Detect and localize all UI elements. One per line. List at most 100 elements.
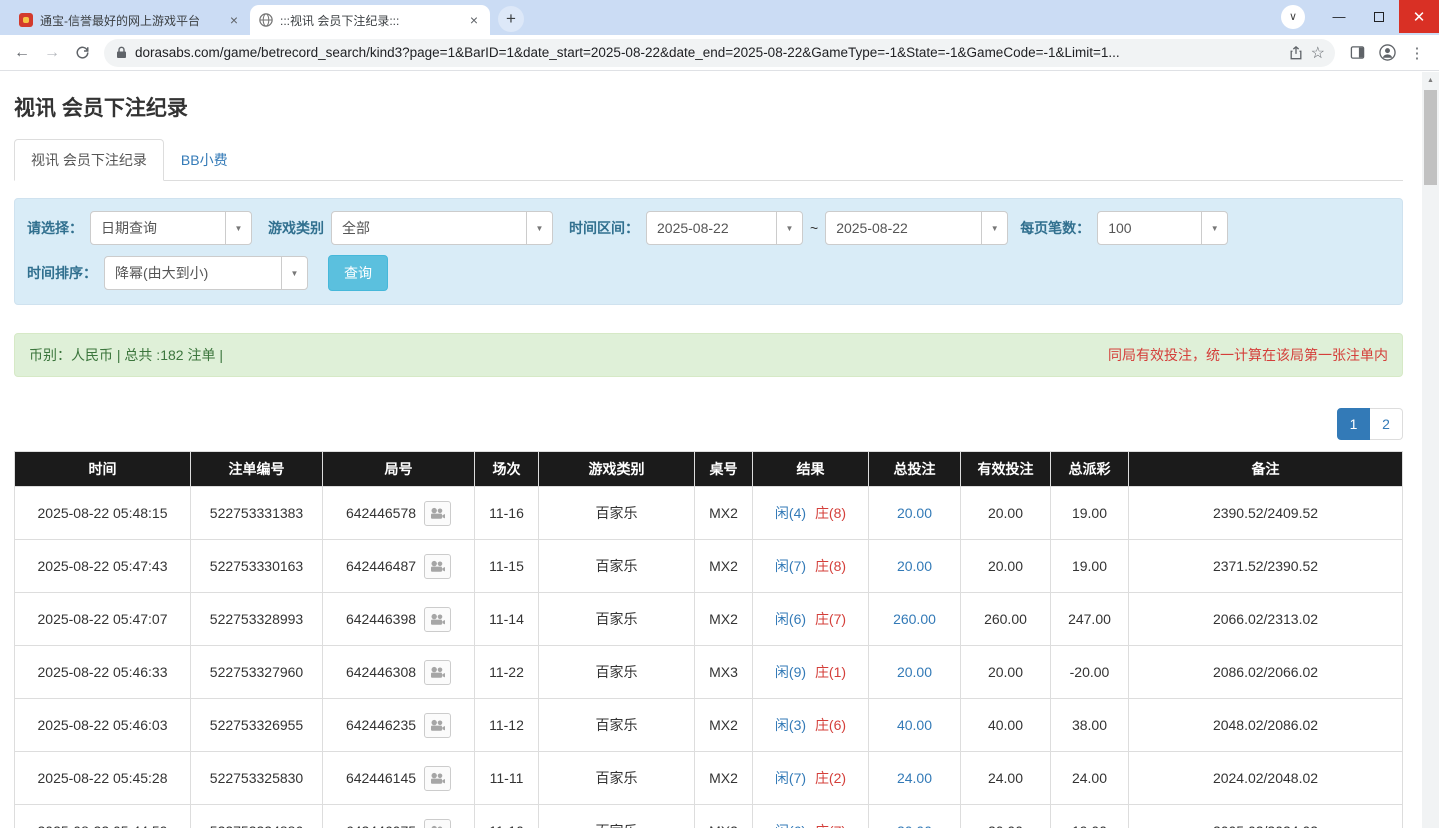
bookmark-star-icon[interactable]: ☆ xyxy=(1311,43,1325,63)
table-header-cell: 时间 xyxy=(15,452,191,487)
cell-time: 2025-08-22 05:46:33 xyxy=(15,646,191,699)
url-text[interactable]: dorasabs.com/game/betrecord_search/kind3… xyxy=(135,45,1281,60)
date-start-value: 2025-08-22 xyxy=(647,212,776,244)
sort-label: 时间排序： xyxy=(27,263,97,283)
total-bet-link[interactable]: 260.00 xyxy=(893,611,936,627)
video-icon xyxy=(430,560,445,573)
tab-bb-tips[interactable]: BB小费 xyxy=(164,139,245,181)
page-button-1[interactable]: 1 xyxy=(1337,408,1370,440)
replay-button[interactable] xyxy=(424,607,451,632)
query-button[interactable]: 查询 xyxy=(328,255,388,291)
cell-session: 11-15 xyxy=(475,540,539,593)
browser-tab-title: 通宝-信誉最好的网上游戏平台 xyxy=(40,12,220,29)
minimize-button[interactable]: — xyxy=(1319,0,1359,33)
maximize-button[interactable] xyxy=(1359,0,1399,33)
tab-bet-records[interactable]: 视讯 会员下注纪录 xyxy=(14,139,164,181)
close-button[interactable]: ✕ xyxy=(1399,0,1439,33)
share-icon[interactable] xyxy=(1289,46,1303,60)
cell-payout: 247.00 xyxy=(1051,593,1129,646)
cell-table: MX2 xyxy=(695,487,753,540)
cell-game: 百家乐 xyxy=(539,752,695,805)
page-scrollbar[interactable]: ▲ xyxy=(1422,72,1439,828)
result-player: 闲(3) xyxy=(775,717,806,733)
cell-total-bet: 260.00 xyxy=(869,593,961,646)
replay-button[interactable] xyxy=(424,713,451,738)
back-icon[interactable]: ← xyxy=(8,39,36,67)
scrollbar-thumb[interactable] xyxy=(1424,90,1437,185)
new-tab-button[interactable]: + xyxy=(498,6,524,32)
result-player: 闲(4) xyxy=(775,505,806,521)
table-header-cell: 结果 xyxy=(753,452,869,487)
replay-button[interactable] xyxy=(424,819,451,828)
cell-time: 2025-08-22 05:47:43 xyxy=(15,540,191,593)
browser-tab-2-active[interactable]: :::视讯 会员下注纪录::: × xyxy=(250,5,490,35)
cell-bet-id: 522753324886 xyxy=(191,805,323,828)
replay-button[interactable] xyxy=(424,660,451,685)
page-content: 视讯 会员下注纪录 视讯 会员下注纪录 BB小费 请选择： 日期查询 ▼ 游戏类… xyxy=(0,92,1422,828)
cell-total-bet: 20.00 xyxy=(869,646,961,699)
page-size-select[interactable]: 100 ▼ xyxy=(1097,211,1228,245)
forward-icon[interactable]: → xyxy=(38,39,66,67)
table-row: 2025-08-22 05:46:33 522753327960 6424463… xyxy=(15,646,1403,699)
browser-toolbar: ← → dorasabs.com/game/betrecord_search/k… xyxy=(0,35,1439,71)
game-type-select[interactable]: 全部 ▼ xyxy=(331,211,553,245)
total-bet-link[interactable]: 20.00 xyxy=(897,823,932,828)
cell-table: MX2 xyxy=(695,593,753,646)
cell-game: 百家乐 xyxy=(539,646,695,699)
table-header-cell: 总投注 xyxy=(869,452,961,487)
cell-remark: 2371.52/2390.52 xyxy=(1129,540,1403,593)
total-bet-link[interactable]: 20.00 xyxy=(897,664,932,680)
total-bet-link[interactable]: 24.00 xyxy=(897,770,932,786)
round-number: 642446398 xyxy=(346,611,416,627)
cell-time: 2025-08-22 05:46:03 xyxy=(15,699,191,752)
replay-button[interactable] xyxy=(424,554,451,579)
table-row: 2025-08-22 05:45:28 522753325830 6424461… xyxy=(15,752,1403,805)
cell-bet-id: 522753331383 xyxy=(191,487,323,540)
table-row: 2025-08-22 05:48:15 522753331383 6424465… xyxy=(15,487,1403,540)
date-end-value: 2025-08-22 xyxy=(826,212,981,244)
menu-kebab-icon[interactable]: ⋮ xyxy=(1403,39,1431,67)
cell-round: 642446308 xyxy=(323,646,475,699)
date-start-select[interactable]: 2025-08-22 ▼ xyxy=(646,211,803,245)
cell-round: 642446075 xyxy=(323,805,475,828)
game-type-value: 全部 xyxy=(332,212,526,244)
pagination: 12 xyxy=(14,408,1403,440)
site-favicon xyxy=(19,13,33,27)
scroll-up-icon[interactable]: ▲ xyxy=(1422,72,1439,88)
reload-icon[interactable] xyxy=(68,39,96,67)
table-header-cell: 有效投注 xyxy=(961,452,1051,487)
date-end-select[interactable]: 2025-08-22 ▼ xyxy=(825,211,1008,245)
round-number: 642446235 xyxy=(346,717,416,733)
cell-total-bet: 20.00 xyxy=(869,540,961,593)
browser-tab-1[interactable]: 通宝-信誉最好的网上游戏平台 × xyxy=(10,5,250,35)
cell-result: 闲(4) 庄(8) xyxy=(753,487,869,540)
total-bet-link[interactable]: 20.00 xyxy=(897,558,932,574)
cell-round: 642446487 xyxy=(323,540,475,593)
result-banker: 庄(1) xyxy=(815,664,846,680)
page-button-2[interactable]: 2 xyxy=(1370,408,1403,440)
table-header-cell: 注单编号 xyxy=(191,452,323,487)
replay-button[interactable] xyxy=(424,501,451,526)
cell-payout: 24.00 xyxy=(1051,752,1129,805)
tab-close-icon[interactable]: × xyxy=(467,12,481,28)
query-type-select[interactable]: 日期查询 ▼ xyxy=(90,211,252,245)
cell-remark: 2024.02/2048.02 xyxy=(1129,752,1403,805)
total-bet-link[interactable]: 40.00 xyxy=(897,717,932,733)
replay-button[interactable] xyxy=(424,766,451,791)
browser-tab-title: :::视讯 会员下注纪录::: xyxy=(280,12,460,29)
sort-select[interactable]: 降幂(由大到小) ▼ xyxy=(104,256,308,290)
lock-icon[interactable] xyxy=(116,46,127,59)
chevron-down-icon: ▼ xyxy=(776,212,802,244)
result-player: 闲(9) xyxy=(775,664,806,680)
profile-avatar-icon[interactable] xyxy=(1373,39,1401,67)
tab-close-icon[interactable]: × xyxy=(227,12,241,28)
chevron-down-icon: ▼ xyxy=(225,212,251,244)
video-icon xyxy=(430,666,445,679)
address-bar[interactable]: dorasabs.com/game/betrecord_search/kind3… xyxy=(104,39,1335,67)
tab-search-icon[interactable]: ∨ xyxy=(1281,5,1305,29)
total-bet-link[interactable]: 20.00 xyxy=(897,505,932,521)
page-title: 视讯 会员下注纪录 xyxy=(14,92,1403,122)
cell-remark: 2086.02/2066.02 xyxy=(1129,646,1403,699)
side-panel-icon[interactable] xyxy=(1343,39,1371,67)
table-header-cell: 总派彩 xyxy=(1051,452,1129,487)
